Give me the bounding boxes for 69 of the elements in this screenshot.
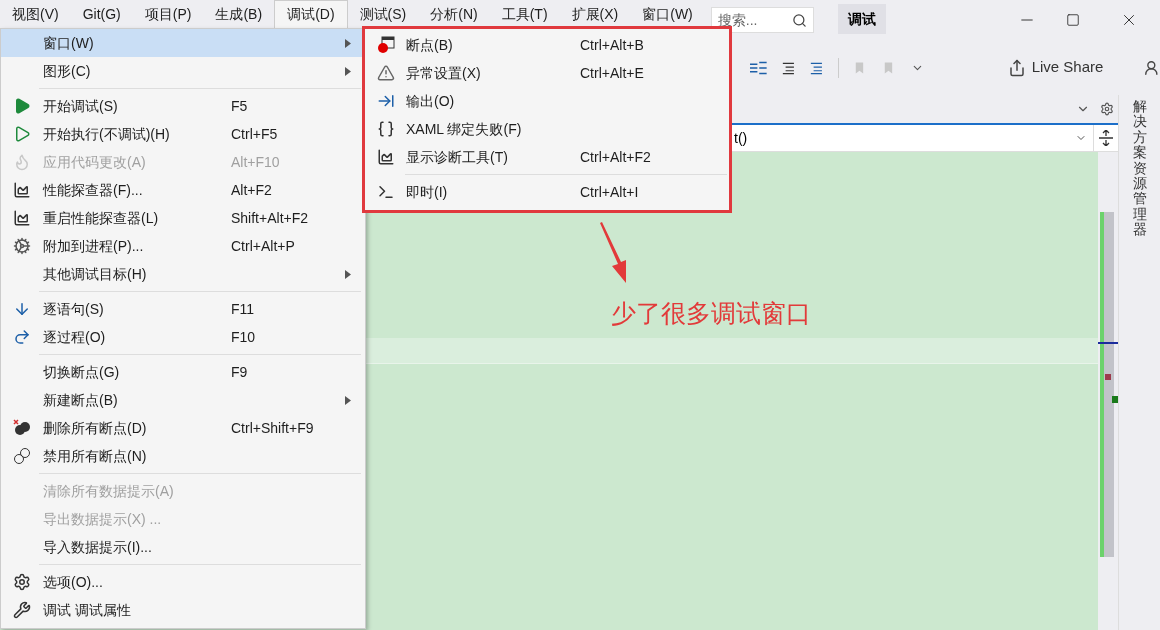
menu-item[interactable]: 禁用所有断点(N)	[1, 442, 365, 470]
menu-bar-item[interactable]: 生成(B)	[203, 0, 275, 28]
submenu-arrow-icon	[345, 269, 351, 279]
terminal-icon	[376, 183, 395, 201]
split-icon[interactable]	[1099, 130, 1113, 146]
menu-item[interactable]: 开始执行(不调试)(H) Ctrl+F5	[1, 120, 365, 148]
submenu-arrow-icon	[345, 66, 351, 76]
change-marker	[1112, 396, 1118, 403]
menu-item[interactable]: 重启性能探查器(L) Shift+Alt+F2	[1, 204, 365, 232]
menu-bar-item[interactable]: 分析(N)	[418, 0, 490, 28]
play-outline-icon	[13, 125, 31, 143]
circles-icon	[13, 447, 31, 465]
share-icon	[1007, 58, 1026, 77]
chart-icon	[13, 181, 31, 199]
step-over-icon	[13, 328, 31, 346]
menu-item[interactable]: 逐过程(O) F10	[1, 323, 365, 351]
menu-item[interactable]: 新建断点(B)	[1, 386, 365, 414]
menu-bar-item[interactable]: 调试(D)	[274, 0, 348, 28]
menu-item[interactable]: 导入数据提示(I)...	[1, 533, 365, 561]
live-share-button[interactable]: Live Share	[1007, 56, 1104, 79]
play-icon	[13, 97, 31, 115]
menu-item[interactable]: 断点(B) Ctrl+Alt+B	[365, 31, 729, 59]
scrollbar[interactable]	[1098, 152, 1118, 630]
step-into-icon	[13, 300, 31, 318]
menu-item[interactable]: 图形(C)	[1, 57, 365, 85]
menu-item[interactable]: 逐语句(S) F11	[1, 295, 365, 323]
menu-item[interactable]: XAML 绑定失败(F)	[365, 115, 729, 143]
submenu-arrow-icon	[345, 395, 351, 405]
output-icon	[376, 92, 395, 110]
menu-bar-item[interactable]: 窗口(W)	[630, 0, 705, 28]
search-field[interactable]: 搜索...	[710, 7, 814, 33]
menu-item[interactable]: 调试 调试属性	[1, 596, 365, 624]
breakpoint-window-icon	[376, 36, 395, 54]
menu-item[interactable]: 切换断点(G) F9	[1, 358, 365, 386]
menu-bar-item[interactable]: 测试(S)	[347, 0, 419, 28]
menu-bar-item[interactable]: Git(G)	[70, 0, 133, 28]
menu-item[interactable]: 删除所有断点(D) Ctrl+Shift+F9	[1, 414, 365, 442]
menu-item[interactable]: 窗口(W)	[1, 29, 365, 57]
maximize-icon[interactable]	[1066, 13, 1080, 27]
gears-icon	[13, 237, 31, 255]
menu-item[interactable]: 开始调试(S) F5	[1, 92, 365, 120]
settings-icon	[13, 573, 31, 591]
wrench-icon	[13, 601, 31, 619]
menu-item[interactable]: 即时(I) Ctrl+Alt+I	[365, 178, 729, 206]
flame-icon	[13, 153, 31, 171]
menu-item[interactable]: 其他调试目标(H)	[1, 260, 365, 288]
menu-item[interactable]: 异常设置(X) Ctrl+Alt+E	[365, 59, 729, 87]
settings-icon[interactable]	[1100, 102, 1114, 116]
submenu-arrow-icon	[345, 38, 351, 48]
mode-badge: 调试	[837, 4, 886, 34]
menu-item[interactable]: 性能探查器(F)... Alt+F2	[1, 176, 365, 204]
menu-bar-item[interactable]: 项目(P)	[132, 0, 204, 28]
menu-item[interactable]: 输出(O)	[365, 87, 729, 115]
menu-bar-item[interactable]: 扩展(X)	[559, 0, 631, 28]
error-marker	[1105, 374, 1111, 380]
menu-bar-item[interactable]: 视图(V)	[0, 0, 71, 28]
search-icon	[791, 13, 807, 28]
annotation-text: 少了很多调试窗口	[611, 298, 811, 329]
caret-marker	[1098, 342, 1118, 344]
menu-item[interactable]: 显示诊断工具(T) Ctrl+Alt+F2	[365, 143, 729, 171]
braces-icon	[376, 120, 395, 138]
menu-item[interactable]: 附加到进程(P)... Ctrl+Alt+P	[1, 232, 365, 260]
solution-explorer-tab[interactable]: 解决方案资源管理器	[1132, 99, 1147, 630]
delete-breakpoints-icon	[13, 419, 31, 437]
menu-item[interactable]: 选项(O)...	[1, 568, 365, 596]
chart-icon	[13, 209, 31, 227]
menu-bar-item[interactable]: 工具(T)	[489, 0, 560, 28]
indent-icon[interactable]	[750, 59, 767, 76]
chart-icon	[376, 148, 395, 166]
